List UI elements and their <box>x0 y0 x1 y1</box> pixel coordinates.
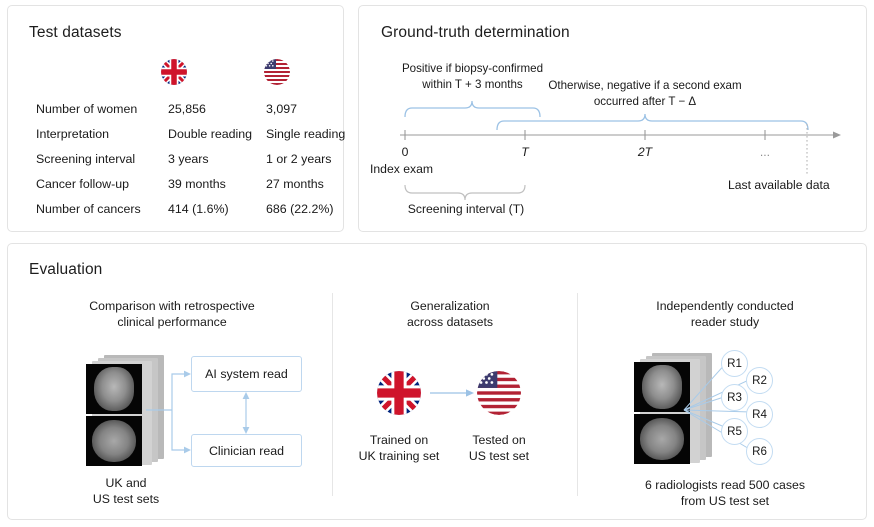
clinician-read-label: Clinician read <box>209 444 284 458</box>
table-cell-uk: 3 years <box>168 152 209 166</box>
column-divider-1 <box>332 293 333 496</box>
comparison-title-line2: clinical performance <box>72 314 272 330</box>
table-cell-us: Single reading <box>266 127 345 141</box>
table-row-label: Number of women <box>36 102 137 116</box>
mammogram-stack-reader <box>634 353 714 465</box>
axis-tick-label-T: T <box>505 145 545 159</box>
table-row-label: Screening interval <box>36 152 135 166</box>
comparison-caption-line2: US test sets <box>66 491 186 507</box>
table-cell-uk: 39 months <box>168 177 226 191</box>
ground-truth-panel: Ground-truth determination <box>358 5 867 232</box>
reader-study-caption-line1: 6 radiologists read 500 cases <box>615 477 835 493</box>
table-row-label: Cancer follow-up <box>36 177 129 191</box>
table-cell-uk: Double reading <box>168 127 252 141</box>
table-cell-us: 3,097 <box>266 102 297 116</box>
mammogram-image-mlo <box>86 416 142 466</box>
page-title: Test datasets <box>29 24 122 42</box>
generalization-title-line2: across datasets <box>350 314 550 330</box>
generalization-title-line1: Generalization <box>350 298 550 314</box>
reader-circle-r6: R6 <box>746 438 773 465</box>
table-cell-uk: 25,856 <box>168 102 206 116</box>
uk-flag-icon <box>161 59 187 85</box>
mammogram-image-mlo <box>634 414 690 464</box>
axis-tick-label-2T: 2T <box>625 145 665 159</box>
table-row-label: Interpretation <box>36 127 109 141</box>
reader-study-caption-line2: from US test set <box>615 493 835 509</box>
brace-positive-label-line2: within T + 3 months <box>390 78 555 91</box>
mammogram-image-cc <box>86 364 142 414</box>
reader-circle-r1: R1 <box>721 350 748 377</box>
reader-label: R4 <box>752 408 767 421</box>
reader-circle-r2: R2 <box>746 367 773 394</box>
generalization-right-caption-line2: US test set <box>439 448 559 464</box>
table-row-label: Number of cancers <box>36 202 141 216</box>
screening-interval-label: Screening interval (T) <box>400 202 532 216</box>
mammogram-image-cc <box>634 362 690 412</box>
reader-label: R1 <box>727 357 742 370</box>
reader-label: R2 <box>752 374 767 387</box>
reader-study-title-line1: Independently conducted <box>620 298 830 314</box>
column-divider-2 <box>577 293 578 496</box>
test-datasets-panel: Test datasets <box>7 5 344 232</box>
table-cell-us: 686 (22.2%) <box>266 202 334 216</box>
brace-negative-label-line1: Otherwise, negative if a second exam <box>545 79 745 92</box>
reader-circle-r4: R4 <box>746 401 773 428</box>
comparison-title-line1: Comparison with retrospective <box>72 298 272 314</box>
clinician-read-box[interactable]: Clinician read <box>191 434 302 467</box>
reader-circle-r5: R5 <box>721 418 748 445</box>
brace-positive-label-line1: Positive if biopsy-confirmed <box>390 62 555 75</box>
last-available-data-label: Last available data <box>728 178 848 192</box>
reader-study-title-line2: reader study <box>620 314 830 330</box>
reader-label: R3 <box>727 391 742 404</box>
comparison-caption-line1: UK and <box>66 475 186 491</box>
ai-system-read-label: AI system read <box>205 367 288 381</box>
table-cell-uk: 414 (1.6%) <box>168 202 229 216</box>
reader-circle-r3: R3 <box>721 384 748 411</box>
mammogram-stack-comparison <box>86 355 166 465</box>
brace-negative-label-line2: occurred after T − Δ <box>545 95 745 108</box>
axis-tick-label-ellipsis: ... <box>745 145 785 159</box>
reader-label: R6 <box>752 445 767 458</box>
uk-flag-icon <box>377 371 421 415</box>
ground-truth-title: Ground-truth determination <box>381 24 570 42</box>
reader-label: R5 <box>727 425 742 438</box>
us-flag-icon <box>264 59 290 85</box>
generalization-right-caption-line1: Tested on <box>439 432 559 448</box>
table-cell-us: 27 months <box>266 177 324 191</box>
evaluation-title: Evaluation <box>29 261 102 279</box>
table-cell-us: 1 or 2 years <box>266 152 331 166</box>
ai-system-read-box[interactable]: AI system read <box>191 356 302 392</box>
us-flag-icon <box>477 371 521 415</box>
index-exam-label: Index exam <box>370 162 460 176</box>
axis-tick-label-0: 0 <box>385 145 425 159</box>
